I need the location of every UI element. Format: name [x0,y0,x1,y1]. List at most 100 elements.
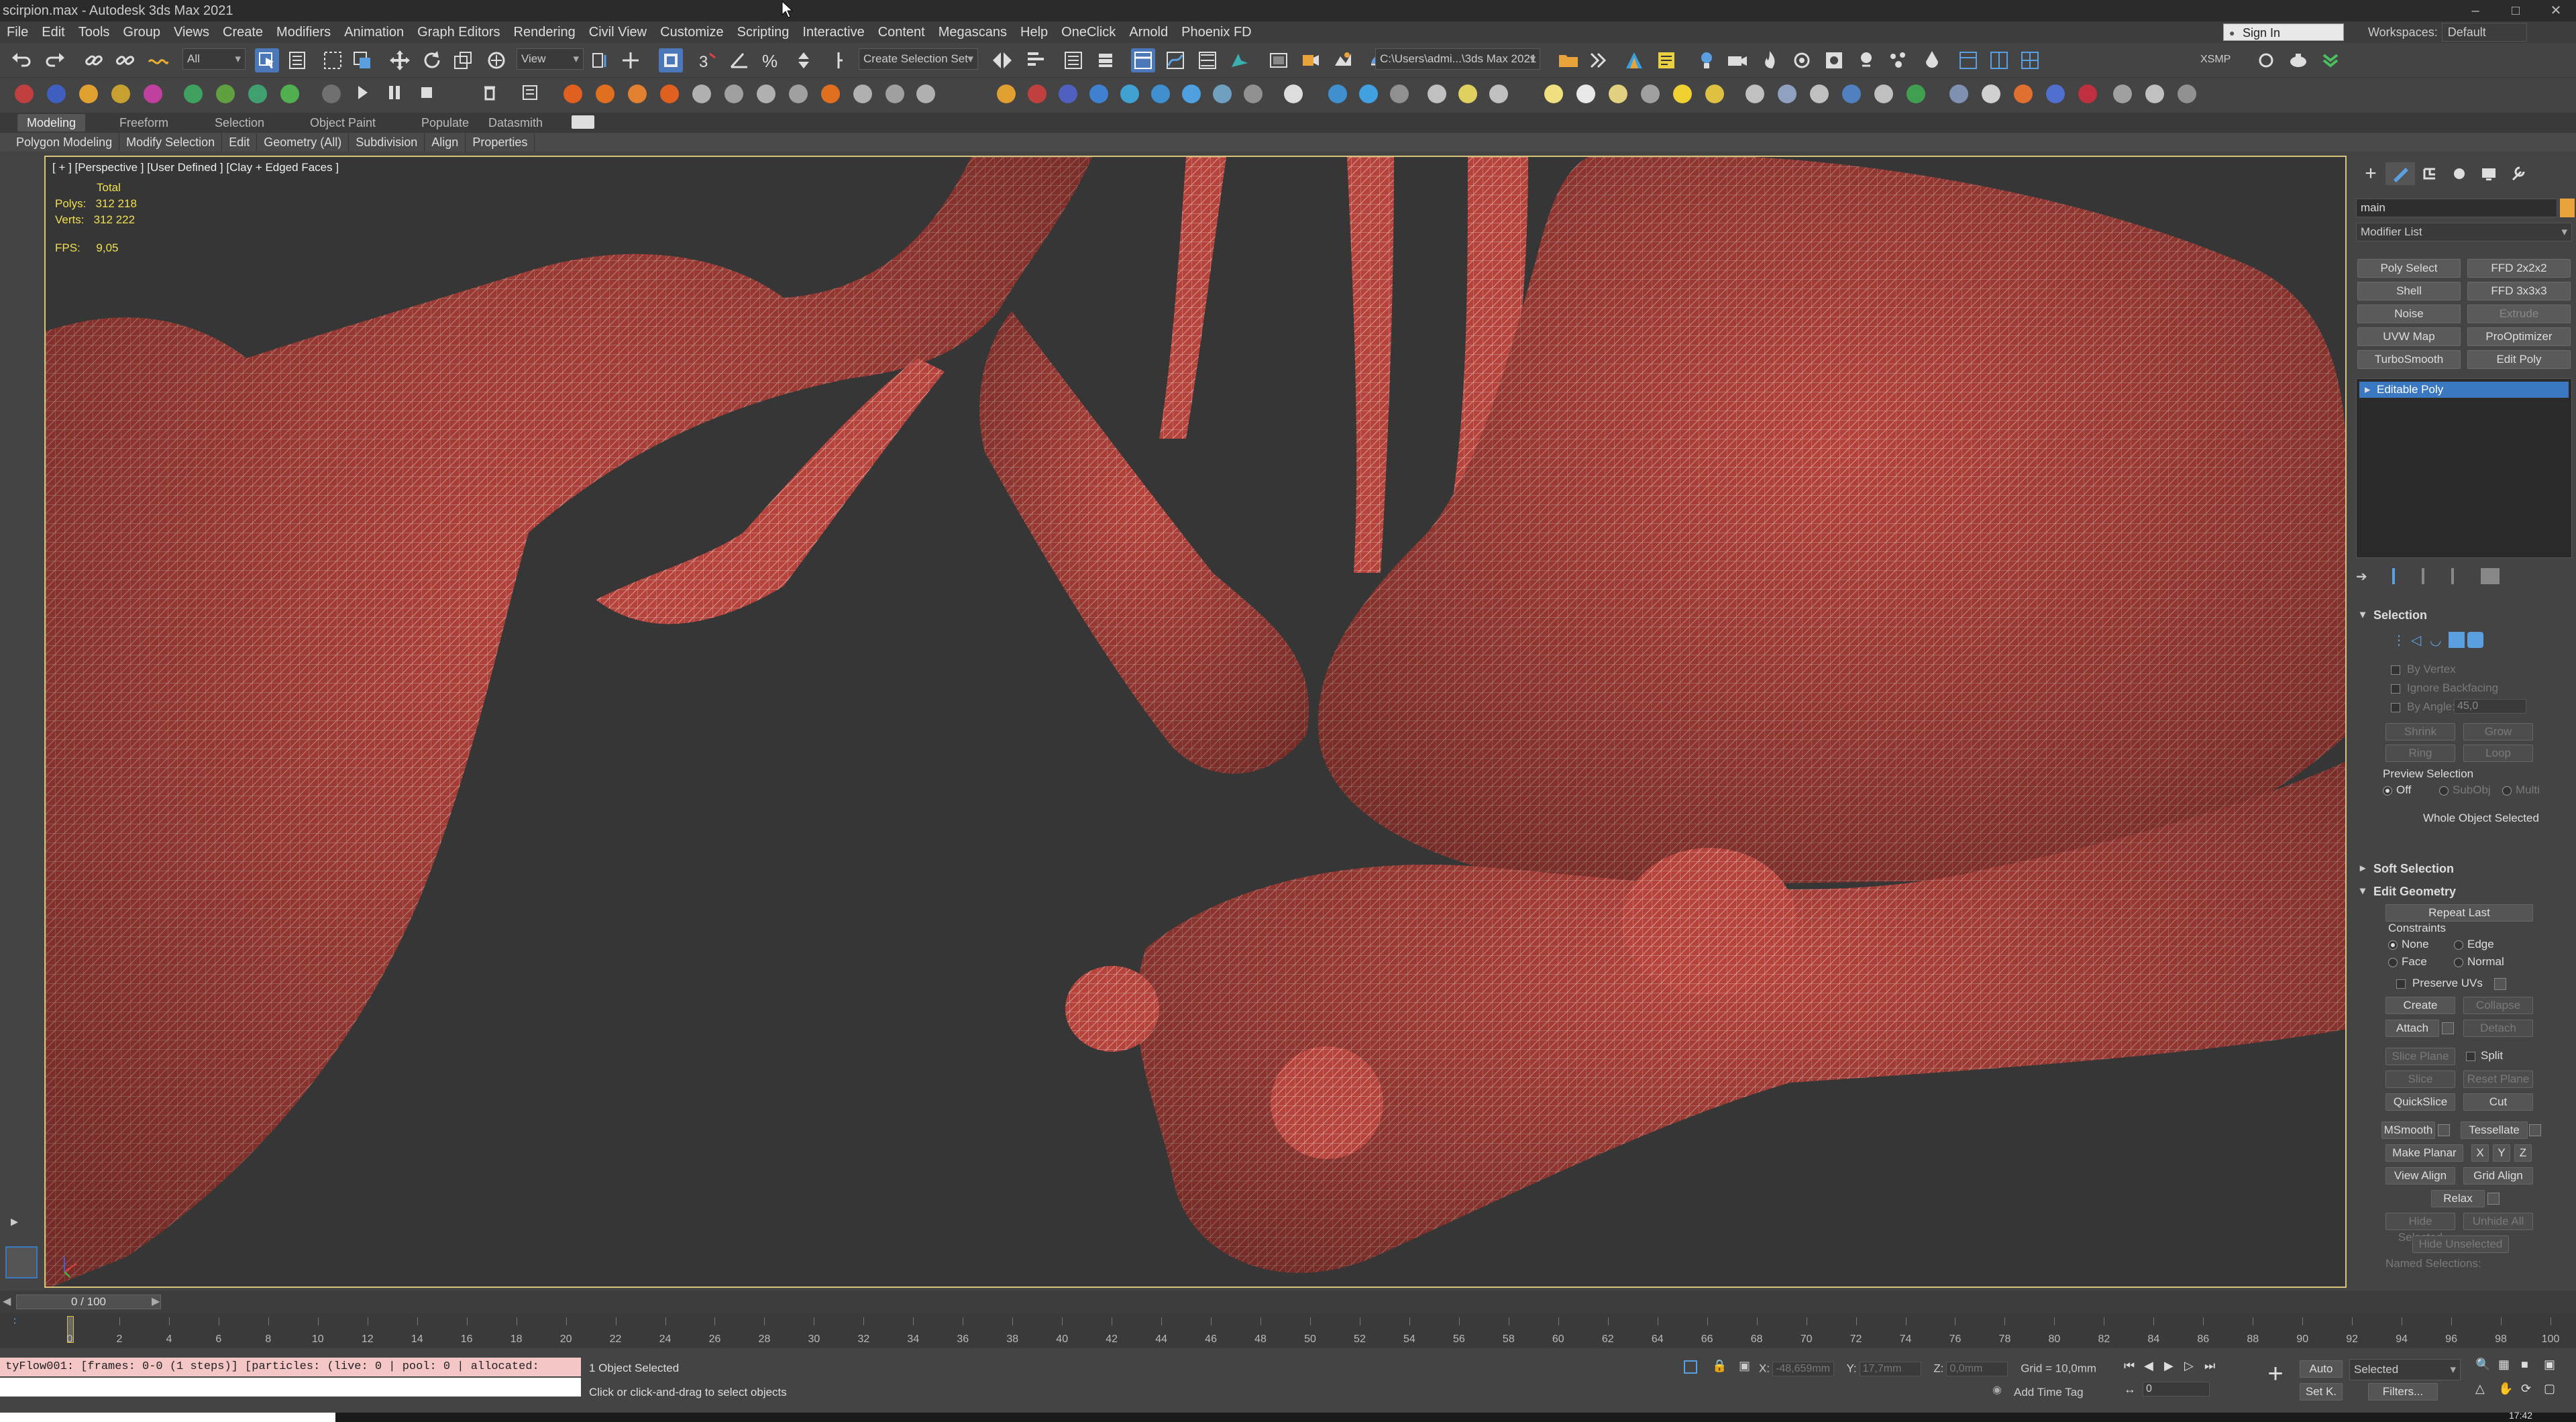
project-folder-icon[interactable] [1556,48,1580,72]
split-checkbox[interactable] [2466,1052,2475,1061]
previous-frame-icon[interactable]: ◀ [2144,1359,2164,1373]
grow-button[interactable]: Grow [2463,723,2533,741]
phoenix-liquid-icon[interactable] [1920,48,1944,72]
set-key-icon[interactable]: + [2262,1359,2289,1395]
msmooth-settings-icon[interactable] [2438,1124,2450,1136]
create-button[interactable]: Create [2385,997,2455,1014]
modifier-list-dropdown[interactable]: Modifier List [2356,223,2572,241]
element-icon[interactable] [2467,632,2483,648]
viewport-config-icon[interactable] [1987,48,2011,72]
maxscript-listener[interactable]: tyFlow001: [frames: 0-0 (1 steps)] [part… [0,1358,581,1392]
time-slider-prev-icon[interactable]: ◀ [3,1295,11,1308]
ribbon-subdivision[interactable]: Subdivision [349,133,425,152]
ribbon-properties[interactable]: Properties [466,133,535,152]
curve-editor-icon[interactable] [1163,48,1187,72]
viewport-layout-icon[interactable] [1956,48,1980,72]
current-frame-field[interactable]: 0 [2143,1382,2210,1397]
stop-icon[interactable] [415,80,439,105]
scene-explorer-icon[interactable] [1061,48,1085,72]
ribbon-geometry-all[interactable]: Geometry (All) [257,133,350,152]
rectangular-selection-icon[interactable] [321,48,345,72]
zoom-extents-icon[interactable]: ■ [2521,1358,2544,1372]
tool-16-icon[interactable] [1089,85,1108,103]
phoenix-particles-icon[interactable] [1886,48,1911,72]
fire-4-icon[interactable] [660,85,679,103]
show-end-result-icon[interactable] [2392,568,2411,584]
maximize-button[interactable]: □ [2496,0,2536,21]
collapse-button[interactable]: Collapse [2463,997,2533,1014]
menu-edit[interactable]: Edit [35,21,71,43]
tab-object-paint[interactable]: Object Paint [301,114,385,131]
soft-selection-rollout-header[interactable]: Soft Selection [2353,860,2572,877]
named-selection-sets-dropdown[interactable]: Create Selection Set [859,48,978,70]
planar-x-button[interactable]: X [2471,1144,2489,1162]
by-vertex-checkbox[interactable] [2391,665,2400,675]
link-icon[interactable] [82,48,106,72]
window-crossing-icon[interactable] [350,48,374,72]
time-slider[interactable]: ◀ 0 / 100 ▶ [0,1291,2576,1313]
tool-28-icon[interactable] [1544,85,1563,103]
tool-15-icon[interactable] [1059,85,1077,103]
turbosmooth-button[interactable]: TurboSmooth [2357,350,2461,369]
object-name-field[interactable]: main [2356,199,2557,217]
spinner-snap-icon[interactable] [792,48,816,72]
tool-7-icon[interactable] [757,85,775,103]
display-tab-icon[interactable] [2474,162,2504,185]
add-time-tag[interactable]: Add Time Tag [2014,1386,2084,1399]
expand-arrow-icon[interactable]: ▸ [11,1213,31,1233]
tool-20-icon[interactable] [1213,85,1232,103]
poly-select-button[interactable]: Poly Select [2357,259,2461,278]
phoenix-fire-icon[interactable] [1758,48,1782,72]
mini-curve-editor-icon[interactable]: ∶ [13,1315,16,1328]
rotate-icon[interactable] [420,48,444,72]
loop-button[interactable]: Loop [2463,745,2533,762]
menu-scripting[interactable]: Scripting [731,21,796,43]
attach-button[interactable]: Attach [2385,1020,2439,1037]
project-folder-path[interactable]: C:\Users\admi...\3ds Max 2021 [1375,48,1540,70]
relax-button[interactable]: Relax [2431,1190,2485,1207]
phoenix-source-icon[interactable] [1854,48,1878,72]
delete-icon[interactable] [478,80,502,105]
percent-snap-icon[interactable]: % [759,48,784,72]
camera-icon[interactable] [1725,48,1750,72]
menu-views[interactable]: Views [167,21,216,43]
tab-populate[interactable]: Populate [412,114,478,131]
tool-red-icon[interactable] [15,85,34,103]
y-coordinate-field[interactable]: 17,7mm [1859,1362,1921,1376]
pause-icon[interactable] [382,80,407,105]
quickslice-button[interactable]: QuickSlice [2385,1093,2455,1111]
noise-button[interactable]: Noise [2357,305,2461,323]
slice-plane-button[interactable]: Slice Plane [2385,1048,2455,1065]
tessellate-settings-icon[interactable] [2529,1124,2541,1136]
tool-9-icon[interactable] [821,85,840,103]
tool-23-icon[interactable] [1359,85,1378,103]
field-of-view-icon[interactable]: △ [2475,1382,2498,1396]
workspaces-selector[interactable]: Workspaces: Default [2368,21,2527,43]
tool-green-2-icon[interactable] [216,85,235,103]
tool-43-icon[interactable] [2078,85,2097,103]
tool-32-icon[interactable] [1705,85,1724,103]
modify-tab-icon[interactable] [2385,162,2415,185]
x-coordinate-field[interactable]: -48,659mm [1772,1362,1835,1376]
tool-gray-icon[interactable] [322,85,341,103]
phoenix-preview-icon[interactable] [1822,48,1846,72]
relax-settings-icon[interactable] [2487,1193,2500,1205]
menu-group[interactable]: Group [116,21,167,43]
time-slider-thumb[interactable]: 0 / 100 [16,1295,161,1309]
tool-31-icon[interactable] [1641,85,1660,103]
teapot-icon[interactable] [2286,48,2310,72]
menu-create[interactable]: Create [216,21,270,43]
planar-z-button[interactable]: Z [2514,1144,2532,1162]
taskbar-search[interactable] [0,1413,335,1422]
ignore-backfacing-checkbox[interactable] [2391,684,2400,694]
hide-selected-button[interactable]: Hide Selected [2385,1213,2455,1244]
pan-icon[interactable]: ✋ [2498,1382,2521,1396]
menu-customize[interactable]: Customize [653,21,730,43]
tool-green-3-icon[interactable] [248,85,267,103]
stack-item-editable-poly[interactable]: Editable Poly [2359,382,2569,398]
help-icon[interactable] [1284,85,1303,103]
tool-8-icon[interactable] [789,85,808,103]
tool-36-icon[interactable] [1842,85,1861,103]
go-to-end-icon[interactable]: ⏭ [2204,1359,2224,1373]
tool-42-icon[interactable] [2046,85,2065,103]
